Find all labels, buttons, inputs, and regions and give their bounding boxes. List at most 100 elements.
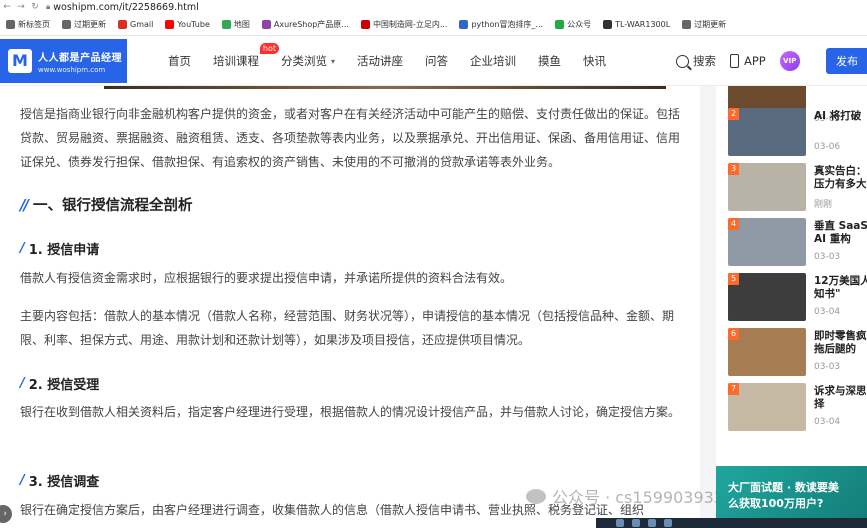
section-heading-text: 一、银行授信流程全剖析 [32,198,193,214]
star-icon [261,20,271,29]
hot-articles-sidebar: 大厂面试题 · 数读要美 么获取100万用户? 03-05 2 AI 将打破 03-0… [716,86,867,528]
taskbar-app-icon[interactable] [616,519,624,527]
article-thumbnail[interactable]: 3 [728,163,806,211]
hot-badge: hot [259,43,279,54]
title-line: 拖后腿的 [814,343,856,355]
bookmark-label: 中国制造网-立足内... [372,20,448,29]
bookmark-item[interactable]: Gmail [118,20,153,29]
nav-item[interactable]: 分类浏览 ▾ [281,53,335,69]
article-thumbnail[interactable]: 5 [728,273,806,321]
hot-article-item[interactable]: 2 AI 将打破 03-06 [728,108,867,156]
hot-article-item[interactable]: 3 真实告白： 压力有多大刚刚 [728,163,867,211]
publish-date: 刚刚 [814,200,833,210]
nav-item-label: 摸鱼 [538,54,562,68]
nav-item-label: 首页 [168,54,191,68]
hot-article-title[interactable]: AI 将打破 [814,110,867,123]
heading-slash-icon: // [20,195,29,214]
hot-article-item[interactable]: 7 诉求与深思择 03-04 [728,383,867,431]
bookmark-item[interactable]: YouTube [165,20,210,29]
article-thumbnail[interactable]: 2 [728,108,806,156]
vip-badge[interactable]: VIP [779,51,800,71]
bookmark-label: 地图 [233,20,250,29]
hot-article-item[interactable]: 5 12万美国人 知书" 03-04 [728,273,867,321]
search-button[interactable]: 搜索 [676,53,716,69]
maps-icon [221,20,231,29]
app-button[interactable]: APP [730,54,766,68]
bookmark-item[interactable]: TL-WAR1300L [603,20,670,29]
nav-item[interactable]: 企业培训 [470,53,516,69]
url-field[interactable]: woshipm.com/it/2258669.html [53,2,199,13]
bookmark-item[interactable]: 新标签页 [6,19,50,30]
paragraph: 主要内容包括：借款人的基本情况（借款人名称，经营范围、财务状况等），申请授信的基… [20,309,675,347]
nav-item[interactable]: 摸鱼 [538,53,561,69]
publish-label: 发布 [836,55,858,68]
bookmark-label: 公众号 [567,20,592,29]
gmail-icon [118,20,127,29]
publish-date: 03-03 [814,362,841,372]
main-nav: 首页 培训课程 hot 分类浏览 ▾ 活动讲座 问答 企业培训 摸鱼 快讯 [168,36,628,86]
publish-button[interactable]: 发布 [826,48,867,74]
hot-article-title[interactable]: 诉求与深思择 [814,385,867,411]
article-thumbnail[interactable]: 6 [728,328,806,376]
search-icon [676,54,689,68]
article-thumbnail[interactable]: 7 [728,383,806,431]
rank-badge: 4 [728,218,739,230]
app-label: APP [744,54,766,68]
article-image-bottom-edge [104,86,666,89]
rank-badge: 2 [728,108,739,120]
chevron-right-icon[interactable]: › [0,505,12,523]
logo-name: 人人都是产品经理 [38,52,122,64]
subheading-1: / 1. 授信申请 [20,239,99,258]
rank-badge: 7 [728,383,739,395]
intro-paragraph: 授信是指商业银行向非金融机构客户提供的资金，或者对客户在有关经济活动中可能产生的… [20,107,681,169]
bookmark-item[interactable]: 中国制造网-立足内... [360,19,448,30]
reload-icon[interactable]: ↻ [28,0,42,14]
bookmark-item[interactable]: python冒泡排序_... [459,19,543,30]
hot-article-title[interactable]: 即时零售疯 拖后腿的 [814,330,867,356]
bookmark-label: TL-WAR1300L [615,20,671,29]
bookmark-label: 过期更新 [74,20,106,29]
wechat-icon [526,488,546,504]
section-heading: // 一、银行授信流程全剖析 [20,194,192,215]
taskbar-app-icon[interactable] [664,519,672,527]
bookmark-label: 新标签页 [18,20,50,29]
nav-item[interactable]: 问答 [425,53,448,69]
hot-article-item[interactable]: 6 即时零售疯 拖后腿的 03-03 [728,328,867,376]
nav-item-label: 培训课程 [213,54,259,68]
nav-item-label: 问答 [425,54,449,68]
bookmark-label: 过期更新 [694,20,727,29]
logo-mark: M [8,49,32,73]
bookmark-item[interactable]: 过期更新 [62,19,106,30]
nav-item[interactable]: 快讯 [583,53,606,69]
forward-arrow-icon[interactable]: → [14,0,28,14]
bookmark-item[interactable]: AxureShop产品原... [261,19,349,30]
title-line: 12万美国人 [814,275,867,287]
nav-item-label: 活动讲座 [357,54,404,68]
browser-address-bar: ← → ↻ 🔒︎ woshipm.com/it/2258669.html [0,0,867,14]
hot-article-title[interactable]: 12万美国人 知书" [814,275,867,301]
taskbar-app-icon[interactable] [632,519,640,527]
hot-article-title[interactable]: 真实告白： 压力有多大 [814,165,867,191]
taskbar-app-icon[interactable] [648,519,656,527]
article-thumbnail[interactable]: 4 [728,218,806,266]
nav-item[interactable]: 活动讲座 [357,53,403,69]
bookmark-item[interactable]: 过期更新 [682,19,726,30]
hot-article-title[interactable]: 垂直 SaaS AI 重构 [814,220,867,246]
nav-item[interactable]: 培训课程 hot [213,43,279,69]
site-header: M 人人都是产品经理 www.woshipm.com 首页 培训课程 hot 分类浏览… [0,36,867,86]
site-logo[interactable]: M 人人都是产品经理 www.woshipm.com [0,39,127,83]
nav-item[interactable]: 首页 [168,53,191,69]
bookmark-item[interactable]: 地图 [221,19,250,30]
heading-slash-icon: / [20,473,25,488]
paragraph: 借款人有授信资金需求时，应根据银行的要求提出授信申请，并承诺所提供的资料合法有效… [20,271,513,285]
title-line: 诉求与深思 [814,385,867,397]
back-arrow-icon[interactable]: ← [0,0,14,14]
publish-date: 03-04 [814,307,841,317]
subheading-3: / 3. 授信调查 [20,471,99,490]
hot-article-item[interactable]: 4 垂直 SaaS AI 重构 03-03 [728,218,867,266]
lock-icon[interactable]: 🔒︎ [46,2,50,12]
bookmark-label: python冒泡排序_... [471,20,544,29]
heading-slash-icon: / [20,376,25,391]
wechat-watermark: 公众号 · cs15990393302 [526,484,744,508]
bookmark-item[interactable]: 公众号 [555,19,591,30]
